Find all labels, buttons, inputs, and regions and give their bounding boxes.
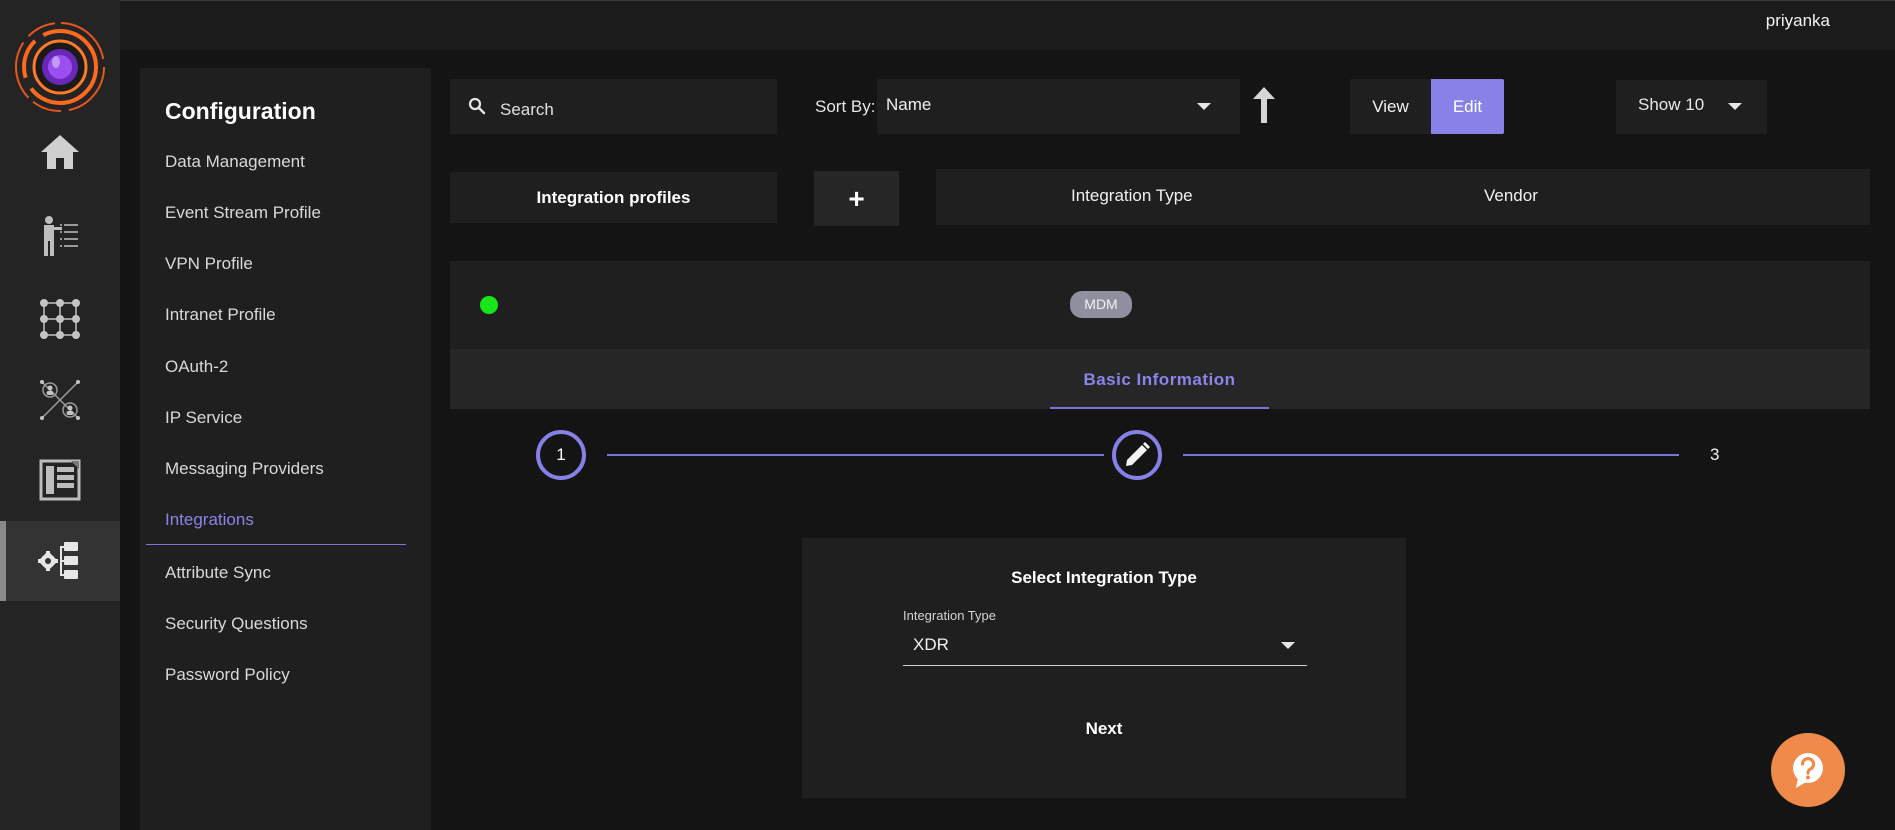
top-bar: priyanka (120, 0, 1895, 50)
home-icon (41, 135, 79, 169)
sort-by-value: Name (886, 95, 932, 114)
sidebar-item-attribute-sync[interactable]: Attribute Sync (165, 563, 271, 583)
nav-configuration[interactable] (0, 521, 120, 601)
active-tab-underline (1050, 407, 1269, 409)
select-integration-card: Select Integration Type Integration Type… (802, 538, 1406, 798)
plus-icon: + (848, 183, 865, 214)
search-placeholder: Search (500, 100, 554, 119)
sidebar-item-security-questions[interactable]: Security Questions (165, 614, 308, 634)
grid-network-icon (40, 299, 80, 339)
sidebar-item-vpn-profile[interactable]: VPN Profile (165, 254, 253, 274)
integration-type-badge: MDM (1070, 291, 1132, 318)
integration-type-label: Integration Type (903, 608, 996, 623)
sort-by-select[interactable]: Name (877, 79, 1240, 134)
nav-home[interactable] (0, 112, 120, 192)
document-list-icon (39, 459, 81, 501)
column-vendor: Vendor (1484, 186, 1538, 205)
edit-button-label: Edit (1452, 97, 1483, 116)
page-size-select[interactable]: Show 10 (1616, 80, 1767, 134)
nav-user-network[interactable] (0, 360, 120, 440)
sidebar-item-integrations[interactable]: Integrations (165, 510, 254, 530)
arrow-up-icon (1253, 87, 1275, 123)
user-network-icon (40, 380, 80, 420)
integration-type-value: XDR (913, 635, 949, 654)
step-3[interactable]: 3 (1710, 445, 1719, 465)
card-title: Select Integration Type (1011, 568, 1197, 587)
status-indicator (480, 296, 498, 314)
step-connector (1183, 454, 1679, 456)
page-size-value: Show 10 (1638, 95, 1705, 114)
pencil-icon (1126, 442, 1150, 466)
integration-profiles-title: Integration profiles (536, 188, 691, 207)
step-2-current[interactable] (1112, 430, 1162, 480)
configuration-sidebar: Configuration Data Management Event Stre… (140, 68, 431, 830)
sidebar-item-event-stream-profile[interactable]: Event Stream Profile (165, 203, 321, 223)
view-button[interactable]: View (1350, 79, 1431, 134)
presenter-list-icon (44, 216, 78, 256)
nav-users[interactable] (0, 196, 120, 276)
step-1-number: 1 (556, 445, 566, 464)
step-connector (607, 454, 1104, 456)
help-question-icon (1793, 753, 1823, 788)
search-input[interactable]: Search (450, 79, 777, 134)
nav-grid[interactable] (0, 279, 120, 359)
tab-bar: Basic Information (450, 349, 1870, 409)
gear-tree-icon (38, 542, 78, 579)
sidebar-item-ip-service[interactable]: IP Service (165, 408, 242, 428)
username-label[interactable]: priyanka (1766, 11, 1830, 31)
chevron-down-icon (1728, 103, 1742, 110)
sidebar-item-oauth-2[interactable]: OAuth-2 (165, 357, 228, 377)
active-item-underline (146, 544, 406, 545)
help-button[interactable] (1771, 733, 1845, 807)
tab-basic-information[interactable]: Basic Information (1050, 349, 1269, 409)
step-1[interactable]: 1 (536, 430, 586, 480)
integration-profiles-header: Integration profiles (450, 172, 777, 223)
sidebar-item-intranet-profile[interactable]: Intranet Profile (165, 305, 276, 325)
sidebar-item-messaging-providers[interactable]: Messaging Providers (165, 459, 324, 479)
sort-by-label: Sort By: (815, 97, 876, 116)
add-profile-button[interactable]: + (814, 171, 899, 226)
chevron-down-icon (1281, 642, 1295, 649)
sidebar-item-data-management[interactable]: Data Management (165, 152, 305, 172)
column-integration-type: Integration Type (1071, 186, 1193, 205)
nav-documents[interactable] (0, 440, 120, 520)
integration-type-select[interactable]: XDR (903, 623, 1307, 666)
next-button-label: Next (1085, 719, 1123, 738)
stepper: 1 3 (450, 420, 1870, 490)
sort-direction-button[interactable] (1250, 85, 1278, 125)
tab-basic-information-label: Basic Information (1083, 370, 1236, 389)
search-icon (468, 97, 486, 115)
sidebar-item-password-policy[interactable]: Password Policy (165, 665, 290, 685)
app-logo (13, 20, 108, 120)
chevron-down-icon (1197, 103, 1211, 110)
left-nav-rail (0, 0, 120, 830)
profile-columns-header: Integration Type Vendor (936, 169, 1870, 225)
next-button[interactable]: Next (1054, 710, 1154, 746)
profile-row[interactable]: MDM (450, 261, 1870, 349)
sidebar-title: Configuration (165, 98, 316, 124)
edit-button[interactable]: Edit (1431, 79, 1504, 134)
view-button-label: View (1372, 97, 1409, 116)
